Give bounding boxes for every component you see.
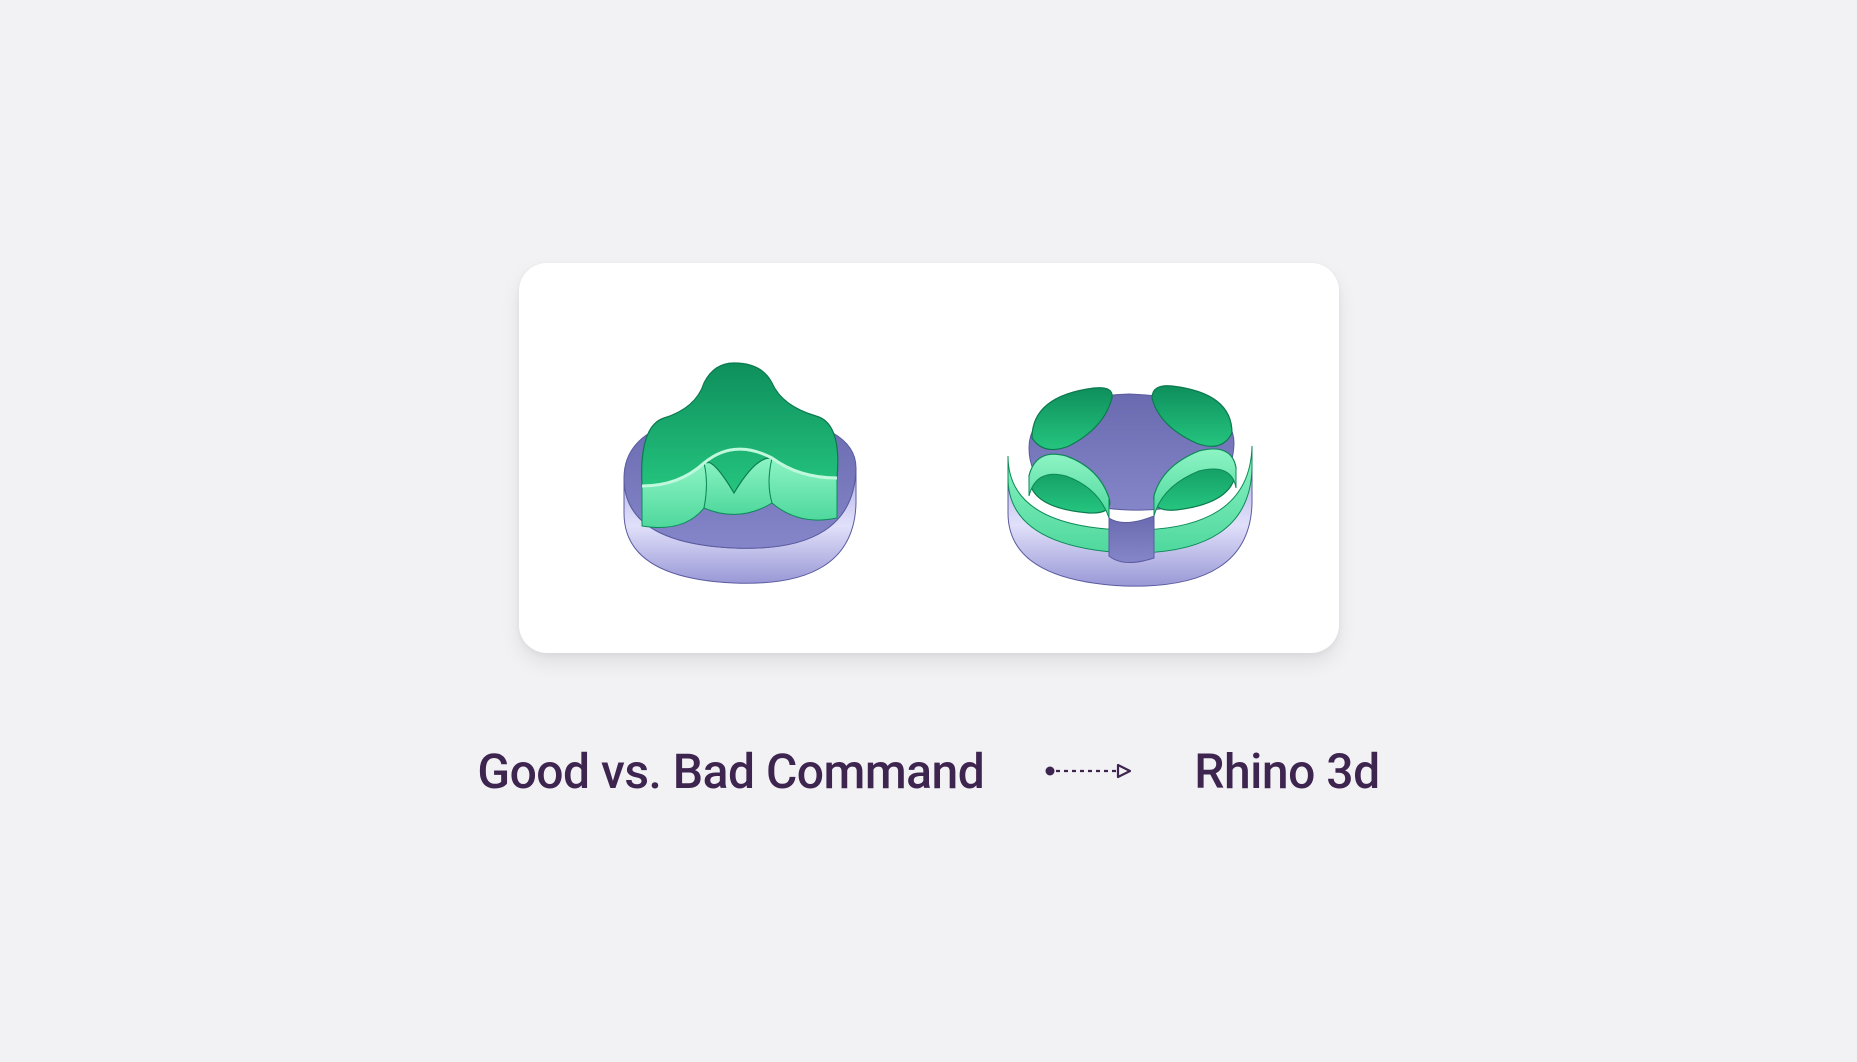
front-notch <box>1109 516 1154 563</box>
caption-left: Good vs. Bad Command <box>477 743 984 800</box>
good-model <box>584 328 884 588</box>
caption-right: Rhino 3d <box>1194 743 1379 800</box>
bad-model <box>974 328 1274 588</box>
caption-row: Good vs. Bad Command Rhino 3d <box>477 743 1379 800</box>
page-root: Good vs. Bad Command Rhino 3d <box>0 0 1857 1062</box>
arrow-icon <box>1044 762 1134 780</box>
illustration-card <box>519 263 1339 653</box>
